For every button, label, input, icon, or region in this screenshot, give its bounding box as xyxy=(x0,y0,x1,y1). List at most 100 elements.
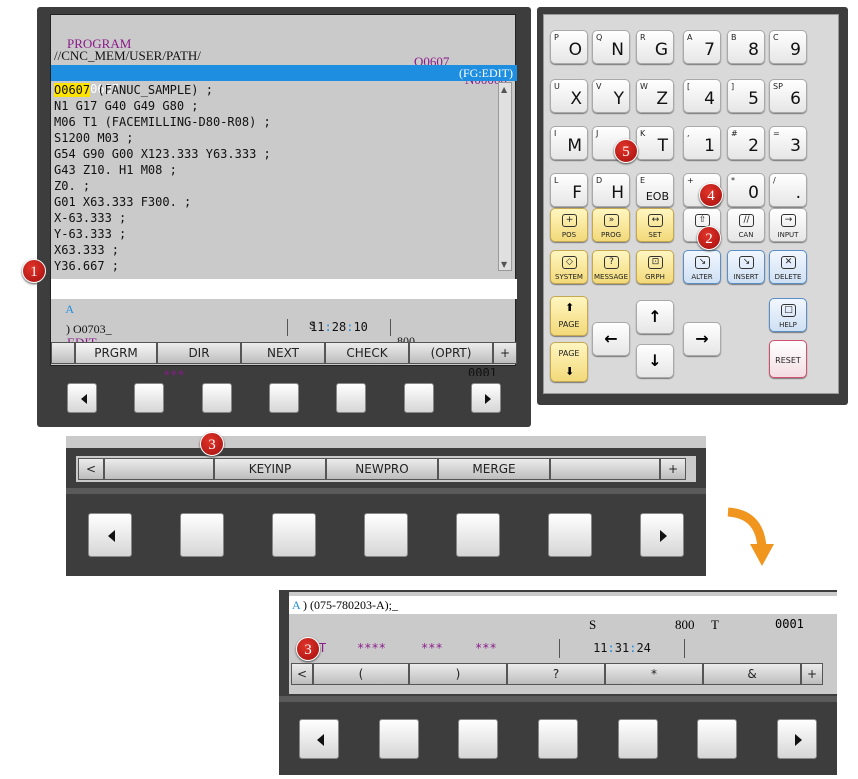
softkey-oprt[interactable]: (OPRT) xyxy=(409,342,493,364)
function-key-blank[interactable] xyxy=(134,383,165,413)
softkey-3-ampersand[interactable]: & xyxy=(703,663,801,685)
softkey-check[interactable]: CHECK xyxy=(325,342,409,364)
key-number[interactable]: * 0 xyxy=(727,173,765,207)
key-cursor-up[interactable]: ↑ xyxy=(636,300,674,334)
softkey-3-more[interactable]: + xyxy=(801,663,823,685)
key-number[interactable]: ,1 xyxy=(683,126,721,160)
softkey-2-newpro[interactable]: NEWPRO xyxy=(326,458,438,480)
key-number[interactable]: ] 5 xyxy=(727,79,765,113)
softkey-dir[interactable]: DIR xyxy=(157,342,241,364)
function-key-blank[interactable] xyxy=(617,718,658,759)
key-func-delete[interactable]: ✕ DELETE xyxy=(769,250,807,284)
key-page-down[interactable]: PAGE ⬇ xyxy=(550,342,588,382)
code-line[interactable]: N1 G17 G40 G49 G80 ; xyxy=(51,98,497,114)
key-reset[interactable]: RESET xyxy=(769,340,807,378)
function-key-blank[interactable] xyxy=(458,718,499,759)
function-key-blank[interactable] xyxy=(272,513,316,557)
key-cursor-left[interactable]: ← xyxy=(592,322,630,356)
input-buffer-line[interactable]: A ) O0703_ xyxy=(51,279,517,336)
softkey-3-question[interactable]: ? xyxy=(507,663,605,685)
softkey-2-keyinp[interactable]: KEYINP xyxy=(214,458,326,480)
function-key-left[interactable] xyxy=(299,718,339,759)
function-key-blank[interactable] xyxy=(364,513,408,557)
code-line[interactable]: G43 Z10. H1 M08 ; xyxy=(51,162,497,178)
key-func-alter[interactable]: ↘ ALTER xyxy=(683,250,721,284)
key-func-pos[interactable]: + POS xyxy=(550,208,588,242)
key-letter[interactable]: VY xyxy=(592,79,630,113)
function-key-blank[interactable] xyxy=(269,383,299,413)
code-line[interactable]: S1200 M03 ; xyxy=(51,130,497,146)
key-letter[interactable]: LF xyxy=(550,173,588,207)
softkey-3-less[interactable]: < xyxy=(291,663,313,685)
key-number[interactable]: A7 xyxy=(683,30,721,64)
code-line[interactable]: X-63.333 ; xyxy=(51,210,497,226)
code-line[interactable]: X63.333 ; xyxy=(51,242,497,258)
key-letter[interactable]: DH xyxy=(592,173,630,207)
function-key-blank[interactable] xyxy=(201,383,232,413)
selected-program-row[interactable]: O0607 (FG:EDIT) xyxy=(51,65,517,96)
key-func-insert[interactable]: ↘ INSERT xyxy=(727,250,765,284)
softkey-more[interactable]: + xyxy=(493,342,517,364)
key-number[interactable]: C9 xyxy=(769,30,807,64)
key-func-system[interactable]: ◇ SYSTEM xyxy=(550,250,588,284)
key-number[interactable]: /. xyxy=(769,173,807,207)
scroll-down-arrow-icon[interactable]: ▼ xyxy=(501,260,507,269)
softkey-3-asterisk[interactable]: * xyxy=(605,663,703,685)
function-key-right[interactable] xyxy=(777,718,817,759)
key-letter[interactable]: UX xyxy=(550,79,588,113)
input-buffer-line-3[interactable]: A ) (075-780203-A);_ xyxy=(289,596,837,614)
code-line[interactable]: Z0. ; xyxy=(51,178,497,194)
key-letter[interactable]: QN xyxy=(592,30,630,64)
key-number[interactable]: = 3 xyxy=(769,126,807,160)
code-line[interactable]: G54 G90 G00 X123.333 Y63.333 ; xyxy=(51,146,497,162)
softkey-2-merge[interactable]: MERGE xyxy=(438,458,550,480)
key-page-up[interactable]: ⬆ PAGE xyxy=(550,296,588,336)
key-func-message[interactable]: ? MESSAGE xyxy=(592,250,630,284)
key-letter[interactable]: KT xyxy=(636,126,674,160)
key-cursor-down[interactable]: ↓ xyxy=(636,344,674,378)
function-key-blank[interactable] xyxy=(456,513,500,557)
key-letter[interactable]: WZ xyxy=(636,79,674,113)
key-cursor-right[interactable]: → xyxy=(683,322,721,356)
softkey-back[interactable] xyxy=(51,342,75,364)
softkey-2-blank-2[interactable] xyxy=(550,458,660,480)
code-line[interactable]: G01 X63.333 F300. ; xyxy=(51,194,497,210)
key-number[interactable]: SP 6 xyxy=(769,79,807,113)
function-key-right[interactable] xyxy=(640,513,684,557)
scroll-up-arrow-icon[interactable]: ▲ xyxy=(501,85,507,94)
softkey-3-close-paren[interactable]: ) xyxy=(409,663,507,685)
key-letter[interactable]: IM xyxy=(550,126,588,160)
function-key-left[interactable] xyxy=(88,513,132,557)
function-key-blank[interactable] xyxy=(538,718,578,759)
function-key-blank[interactable] xyxy=(180,513,224,557)
key-func-input[interactable]: → INPUT xyxy=(769,208,807,242)
key-func-set[interactable]: ↔ SET xyxy=(636,208,674,242)
code-line[interactable]: Y36.667 ; xyxy=(51,258,497,274)
key-help[interactable]: □ HELP xyxy=(769,298,807,332)
key-number[interactable]: B8 xyxy=(727,30,765,64)
key-number[interactable]: [4 xyxy=(683,79,721,113)
function-key-blank[interactable] xyxy=(697,718,738,759)
key-func-can[interactable]: // CAN xyxy=(727,208,765,242)
code-scrollbar[interactable]: ▲ ▼ xyxy=(498,82,512,271)
key-number[interactable]: #2 xyxy=(727,126,765,160)
code-line[interactable]: Y-63.333 ; xyxy=(51,226,497,242)
function-key-left[interactable] xyxy=(67,383,97,413)
key-func-prog[interactable]: » PROG xyxy=(592,208,630,242)
softkey-3-open-paren[interactable]: ( xyxy=(313,663,409,685)
softkey-2-less[interactable]: < xyxy=(78,458,104,480)
function-key-blank[interactable] xyxy=(403,383,434,413)
softkey-2-more[interactable]: + xyxy=(660,458,686,480)
code-line[interactable]: M06 T1 (FACEMILLING-D80-R08) ; xyxy=(51,114,497,130)
code-line[interactable]: O0607 (FANUC_SAMPLE) ; xyxy=(51,82,497,98)
function-key-blank[interactable] xyxy=(378,718,419,759)
function-key-right[interactable] xyxy=(471,383,501,413)
function-key-blank[interactable] xyxy=(336,383,367,413)
softkey-next[interactable]: NEXT xyxy=(241,342,325,364)
key-func-grph[interactable]: ⊡ GRPH xyxy=(636,250,674,284)
key-letter[interactable]: RG xyxy=(636,30,674,64)
softkey-2-blank-1[interactable] xyxy=(104,458,214,480)
softkey-prgrm[interactable]: PRGRM xyxy=(75,342,157,364)
function-key-blank[interactable] xyxy=(548,513,592,557)
key-letter[interactable]: PO xyxy=(550,30,588,64)
